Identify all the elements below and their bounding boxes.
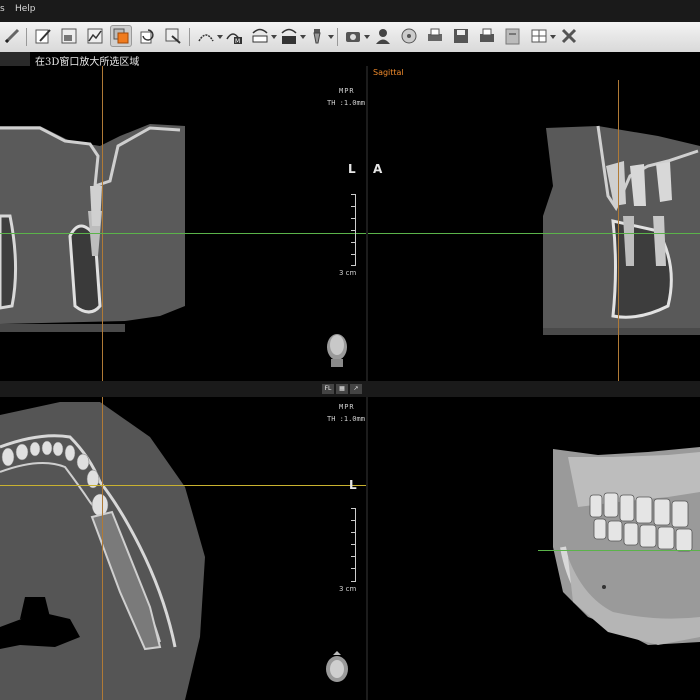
view-mode-label: MPR (339, 87, 355, 95)
edit-notes-icon[interactable] (32, 25, 54, 47)
camera-icon[interactable] (342, 25, 364, 47)
status-bar: 在3D窗口放大所选区域 (0, 52, 700, 68)
crosshair-vertical[interactable] (102, 397, 103, 700)
scale-label: 3 cm (339, 269, 357, 277)
grid-button[interactable]: ▦ (336, 384, 348, 394)
view-mode-label: MPR (339, 403, 355, 411)
chevron-down-icon[interactable] (364, 35, 370, 39)
panorama-measure-icon[interactable] (278, 25, 300, 47)
save-icon[interactable] (450, 25, 472, 47)
orientation-marker-left: L (348, 162, 356, 176)
axial-image (0, 402, 205, 700)
svg-text:M: M (235, 38, 240, 45)
person-icon[interactable] (372, 25, 394, 47)
crosshair-horizontal[interactable] (0, 485, 366, 486)
pencil-icon[interactable] (1, 25, 23, 47)
print-report-icon[interactable] (476, 25, 498, 47)
scale-bar (348, 194, 356, 266)
toolbar-separator (337, 28, 338, 46)
print-icon[interactable] (424, 25, 446, 47)
crosshair-vertical[interactable] (618, 80, 619, 381)
rotate-icon[interactable] (136, 25, 158, 47)
render-3d-image (553, 447, 700, 645)
flip-button[interactable]: FL (322, 384, 334, 394)
chevron-down-icon[interactable] (550, 35, 556, 39)
implant-icon[interactable] (306, 25, 328, 47)
crosshair-horizontal[interactable] (538, 550, 700, 551)
curve-icon[interactable] (195, 25, 217, 47)
layers-icon[interactable] (110, 25, 132, 47)
slice-thickness-label: TH :1.0mm (327, 415, 365, 423)
orientation-marker-left: L (349, 478, 357, 492)
toolbar-separator (189, 28, 190, 46)
sagittal-view[interactable]: Sagittal A (368, 66, 700, 381)
slice-thickness-label: TH :1.0mm (327, 99, 365, 107)
crosshair-vertical[interactable] (102, 66, 103, 381)
panorama-icon[interactable] (249, 25, 271, 47)
maximize-button[interactable]: ↗ (350, 384, 362, 394)
head-orientation-icon[interactable] (322, 331, 352, 369)
coronal-view[interactable]: MPR TH :1.0mm L 3 cm (0, 66, 366, 381)
tools-icon[interactable] (558, 25, 580, 47)
toolbar-separator (26, 28, 27, 46)
image-stats-icon[interactable] (84, 25, 106, 47)
coronal-image (0, 124, 185, 332)
chevron-down-icon[interactable] (271, 35, 277, 39)
scale-label: 3 cm (339, 585, 357, 593)
head-orientation-icon[interactable] (322, 651, 352, 685)
render-3d-view[interactable]: 3D (368, 397, 700, 700)
sagittal-image (543, 125, 700, 335)
menu-item-partial[interactable]: s (0, 4, 5, 14)
menu-item-help[interactable]: Help (15, 4, 36, 14)
crosshair-horizontal[interactable] (368, 233, 700, 234)
export-icon[interactable] (162, 25, 184, 47)
curve-measure-icon[interactable]: M (223, 25, 245, 47)
image-edit-icon[interactable] (58, 25, 80, 47)
disc-icon[interactable] (398, 25, 420, 47)
layout-icon[interactable] (528, 25, 550, 47)
orientation-marker-anterior: A (373, 162, 383, 176)
chevron-down-icon[interactable] (328, 35, 334, 39)
toolbar: M (0, 22, 700, 53)
report-icon[interactable] (502, 25, 524, 47)
scale-bar (348, 508, 356, 582)
menu-bar: s Help (0, 0, 700, 23)
status-left-tab (0, 52, 30, 66)
crosshair-horizontal[interactable] (0, 233, 366, 234)
axial-view[interactable]: MPR TH :1.0mm L 3 cm (0, 397, 366, 700)
